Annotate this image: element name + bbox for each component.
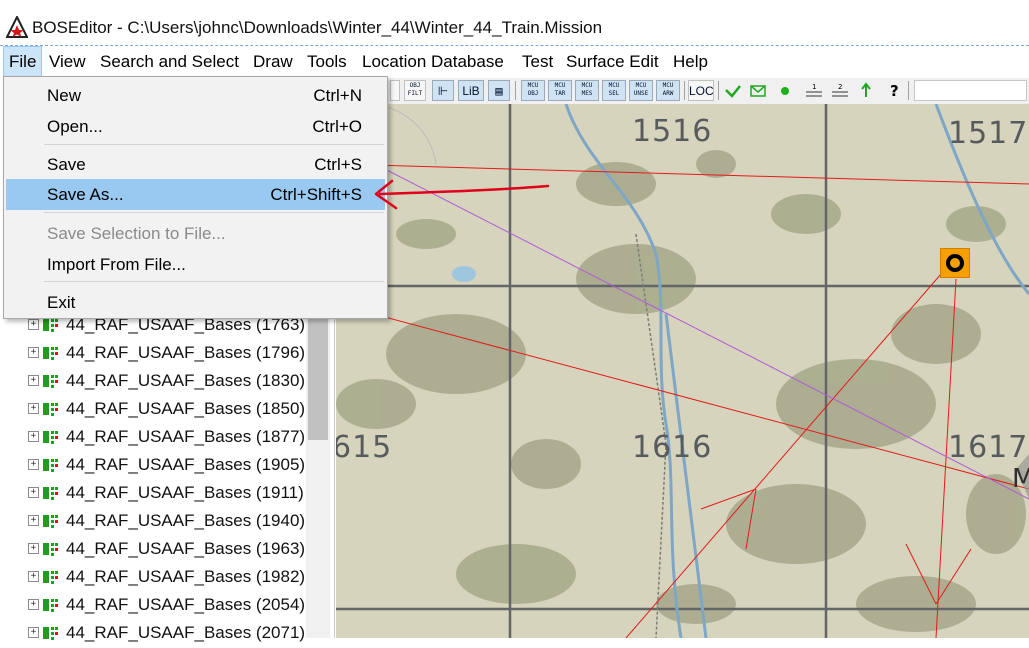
expand-icon[interactable]: + bbox=[28, 347, 39, 358]
group-icon bbox=[43, 627, 58, 640]
menu-item-new[interactable]: New Ctrl+N bbox=[4, 80, 387, 111]
group-icon bbox=[43, 431, 58, 444]
window-title: BOSEditor - C:\Users\johnc\Downloads\Win… bbox=[32, 18, 603, 37]
expand-icon[interactable]: + bbox=[28, 375, 39, 386]
toolbar-separator bbox=[908, 81, 909, 100]
group-icon bbox=[43, 403, 58, 416]
menu-test[interactable]: Test bbox=[517, 46, 558, 77]
toolbar-align-icon[interactable]: ⊩ bbox=[432, 80, 454, 101]
map-canvas[interactable]: 1516 1517 1616 1617 615 M bbox=[336, 104, 1029, 638]
expand-icon[interactable]: + bbox=[28, 515, 39, 526]
grid-label-1517: 1517 bbox=[948, 116, 1029, 151]
group-icon bbox=[43, 487, 58, 500]
menu-item-open[interactable]: Open... Ctrl+O bbox=[4, 111, 387, 142]
expand-icon[interactable]: + bbox=[28, 543, 39, 554]
expand-icon[interactable]: + bbox=[28, 571, 39, 582]
menu-surface-edit[interactable]: Surface Edit bbox=[561, 46, 664, 77]
toolbar-mcu-arw-button[interactable]: MCU ARW bbox=[656, 80, 680, 101]
tree-row-label: 44_RAF_USAAF_Bases (1963) bbox=[66, 539, 306, 558]
tree-row-label: 44_RAF_USAAF_Bases (1796) bbox=[66, 343, 306, 362]
svg-text:?: ? bbox=[890, 82, 899, 99]
tree-row-label: 44_RAF_USAAF_Bases (1877) bbox=[66, 427, 306, 446]
menu-item-save[interactable]: Save Ctrl+S bbox=[4, 149, 387, 180]
toolbar-properties-icon[interactable]: ▤ bbox=[488, 80, 510, 101]
map-terrain bbox=[336, 104, 1029, 638]
toolbar-mcu-tar-button[interactable]: MCU TAR bbox=[548, 80, 572, 101]
toolbar-lib-button[interactable]: LiB bbox=[458, 80, 484, 101]
menu-help[interactable]: Help bbox=[668, 46, 713, 77]
file-menu-dropdown: New Ctrl+N Open... Ctrl+O Save Ctrl+S Save … bbox=[3, 76, 388, 319]
grid-label-1617: 1617 bbox=[948, 430, 1029, 465]
menu-separator bbox=[44, 212, 384, 213]
svg-text:1: 1 bbox=[812, 83, 816, 91]
menu-search-and-select[interactable]: Search and Select bbox=[95, 46, 244, 77]
group-icon bbox=[43, 599, 58, 612]
tree-row-label: 44_RAF_USAAF_Bases (1830) bbox=[66, 371, 306, 390]
toolbar-separator bbox=[718, 81, 719, 100]
menu-item-exit[interactable]: Exit bbox=[4, 287, 387, 318]
tree-row-label: 44_RAF_USAAF_Bases (1911) bbox=[66, 483, 304, 502]
expand-icon[interactable]: + bbox=[28, 459, 39, 470]
menu-tools[interactable]: Tools bbox=[302, 46, 352, 77]
title-bar: BOSEditor - C:\Users\johnc\Downloads\Win… bbox=[0, 0, 1029, 46]
expand-icon[interactable]: + bbox=[28, 431, 39, 442]
menu-location-database[interactable]: Location Database bbox=[357, 46, 509, 77]
tree-row-label: 44_RAF_USAAF_Bases (1982) bbox=[66, 567, 306, 586]
app-logo-icon bbox=[6, 16, 28, 38]
grid-label-1516: 1516 bbox=[632, 114, 713, 149]
menu-bar: File View Search and Select Draw Tools L… bbox=[0, 46, 1029, 77]
tree-row-label: 44_RAF_USAAF_Bases (1850) bbox=[66, 399, 306, 418]
toolbar-mcu-unse-button[interactable]: MCU UNSE bbox=[629, 80, 653, 101]
expand-icon[interactable]: + bbox=[28, 627, 39, 638]
group-icon bbox=[43, 571, 58, 584]
toolbar-mcu-obj-button[interactable]: MCU OBJ bbox=[521, 80, 545, 101]
menu-separator bbox=[44, 281, 384, 282]
toolbar-loc-button[interactable]: LOC bbox=[688, 80, 714, 101]
up-arrow-icon[interactable] bbox=[860, 82, 872, 98]
menu-separator bbox=[44, 144, 384, 145]
waypoint-1-icon[interactable]: 1 bbox=[804, 81, 824, 101]
tree-row-label: 44_RAF_USAAF_Bases (2071) bbox=[66, 623, 306, 642]
menu-item-save-selection: Save Selection to File... bbox=[47, 224, 226, 243]
toolbar-obj-filt-button[interactable]: OBJ FILT bbox=[404, 80, 426, 101]
toolbar: OBJ FILT ⊩ LiB ▤ MCU OBJ MCU TAR MCU MES MCU… bbox=[388, 78, 1029, 105]
expand-icon[interactable]: + bbox=[28, 319, 39, 330]
menu-draw[interactable]: Draw bbox=[248, 46, 298, 77]
map-partial-label: M bbox=[1012, 464, 1029, 494]
map-marker-icon[interactable] bbox=[940, 248, 970, 278]
expand-icon[interactable]: + bbox=[28, 599, 39, 610]
svg-text:2: 2 bbox=[838, 83, 842, 91]
toolbar-mcu-sel-button[interactable]: MCU SEL bbox=[602, 80, 626, 101]
envelope-icon[interactable] bbox=[750, 83, 766, 99]
group-icon bbox=[43, 515, 58, 528]
menu-file[interactable]: File bbox=[3, 46, 43, 77]
checkmark-icon[interactable] bbox=[724, 83, 742, 99]
tree-row-label: 44_RAF_USAAF_Bases (2054) bbox=[66, 595, 306, 614]
toolbar-mcu-mes-button[interactable]: MCU MES bbox=[575, 80, 599, 101]
expand-icon[interactable]: + bbox=[28, 403, 39, 414]
toolbar-separator bbox=[515, 81, 516, 100]
grid-label-1616: 1616 bbox=[632, 430, 713, 465]
grid-label-615: 615 bbox=[336, 430, 393, 465]
menu-item-save-as[interactable]: Save As... Ctrl+Shift+S bbox=[6, 179, 385, 210]
help-icon[interactable]: ? bbox=[888, 81, 902, 99]
group-icon bbox=[43, 459, 58, 472]
tree-scrollbar-thumb[interactable] bbox=[308, 318, 328, 440]
group-icon bbox=[43, 347, 58, 360]
waypoint-2-icon[interactable]: 2 bbox=[830, 81, 850, 101]
tree-row-label: 44_RAF_USAAF_Bases (1940) bbox=[66, 511, 306, 530]
toolbar-separator bbox=[684, 81, 685, 100]
tree-row-label: 44_RAF_USAAF_Bases (1905) bbox=[66, 455, 306, 474]
group-icon bbox=[43, 375, 58, 388]
green-dot-icon[interactable] bbox=[780, 86, 790, 96]
expand-icon[interactable]: + bbox=[28, 487, 39, 498]
group-icon bbox=[43, 543, 58, 556]
menu-view[interactable]: View bbox=[44, 46, 91, 77]
mission-tree: +44_RAF_USAAF_Bases (1763) +44_RAF_USAAF_… bbox=[0, 315, 335, 642]
menu-item-import[interactable]: Import From File... bbox=[4, 249, 387, 280]
toolbar-field[interactable] bbox=[914, 80, 1027, 101]
toolbar-zoom-button[interactable] bbox=[390, 80, 400, 101]
